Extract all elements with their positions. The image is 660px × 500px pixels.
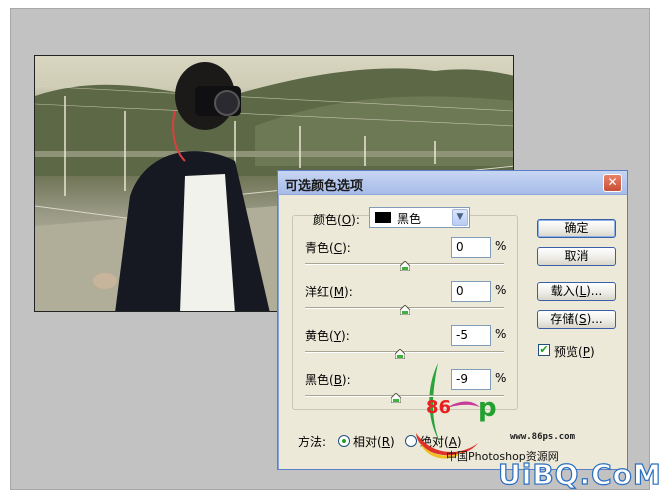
relative-radio[interactable]	[338, 435, 350, 447]
ok-button[interactable]: 确定	[537, 219, 616, 238]
chevron-down-icon[interactable]: ▼	[452, 209, 468, 226]
watermark-number: 86	[426, 397, 452, 418]
preview-checkbox[interactable]: ✔	[538, 344, 550, 356]
color-swatch	[375, 212, 391, 223]
watermark-site: www.86ps.com	[510, 432, 576, 442]
slider-label: 洋红(M):	[305, 285, 353, 299]
slider-label: 黄色(Y):	[305, 329, 350, 343]
percent-unit: %	[495, 283, 507, 297]
method-label: 方法:	[298, 435, 327, 449]
slider-thumb-icon[interactable]	[399, 305, 410, 315]
brand-watermark: UiBQ.CoM	[497, 457, 660, 491]
slider-thumb-icon[interactable]	[394, 349, 405, 359]
colors-label: 颜色(O):	[313, 213, 360, 227]
slider-label: 黑色(B):	[305, 373, 351, 387]
percent-unit: %	[495, 239, 507, 253]
dialog-titlebar[interactable]: 可选颜色选项 ✕	[278, 171, 627, 195]
slider-value-input[interactable]: 0	[451, 237, 491, 258]
preview-label: 预览(P)	[554, 345, 595, 359]
colors-select-value: 黑色	[397, 212, 422, 226]
percent-unit: %	[495, 327, 507, 341]
slider-value-input[interactable]: -5	[451, 325, 491, 346]
colors-select[interactable]: 黑色 ▼	[369, 207, 470, 228]
relative-label: 相对(R)	[353, 435, 395, 449]
slider-track[interactable]	[305, 395, 504, 397]
watermark-ps-mark: p	[478, 393, 497, 423]
percent-unit: %	[495, 371, 507, 385]
slider-label: 青色(C):	[305, 241, 351, 255]
slider-value-input[interactable]: -9	[451, 369, 491, 390]
save-button[interactable]: 存储(S)...	[537, 310, 616, 329]
load-button[interactable]: 载入(L)...	[537, 282, 616, 301]
slider-thumb-icon[interactable]	[399, 261, 410, 271]
slider-thumb-icon[interactable]	[390, 393, 401, 403]
slider-value-input[interactable]: 0	[451, 281, 491, 302]
selective-color-dialog: 可选颜色选项 ✕ 颜色(O): 黑色 ▼ 确定 取消 载入(L)... 存储(S…	[277, 170, 628, 470]
close-icon[interactable]: ✕	[603, 174, 622, 192]
dialog-title: 可选颜色选项	[285, 179, 364, 194]
cancel-button[interactable]: 取消	[537, 247, 616, 266]
